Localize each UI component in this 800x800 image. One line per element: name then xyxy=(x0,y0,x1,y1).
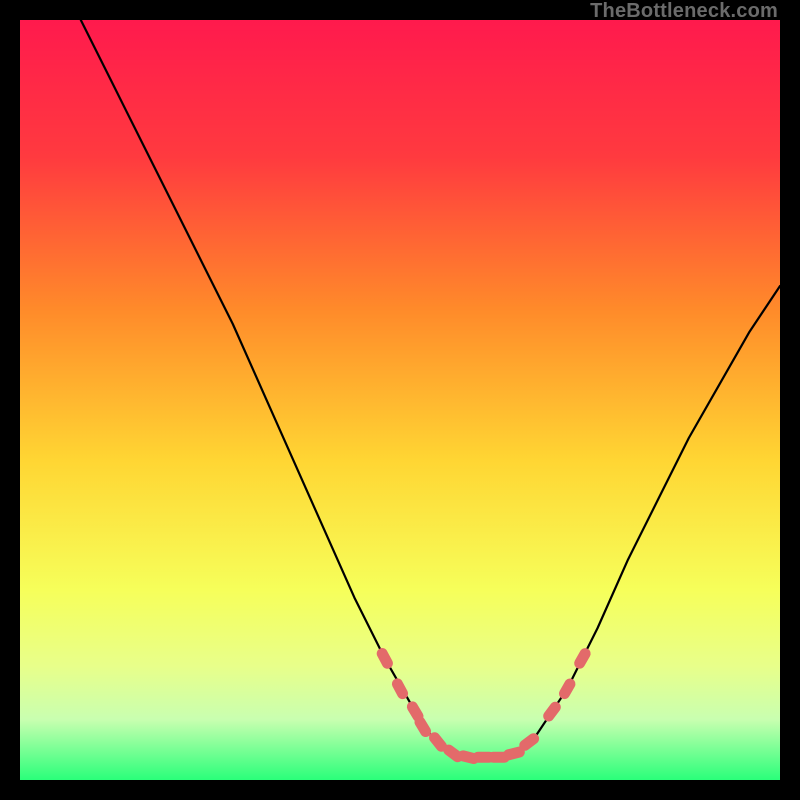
chart-frame xyxy=(20,20,780,780)
gradient-background xyxy=(20,20,780,780)
watermark-text: TheBottleneck.com xyxy=(590,0,778,23)
bottleneck-plot xyxy=(20,20,780,780)
